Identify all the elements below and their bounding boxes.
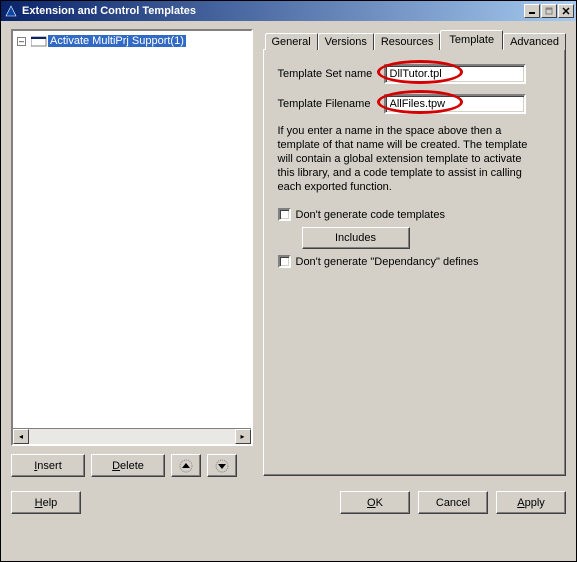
tab-resources[interactable]: Resources (374, 33, 441, 50)
insert-button[interactable]: Insert (11, 454, 85, 477)
move-up-button[interactable] (171, 454, 201, 477)
input-set-name[interactable] (384, 64, 526, 84)
apply-button[interactable]: Apply (496, 491, 566, 514)
tree-inner: – Activate MultiPrj Support(1) (13, 31, 251, 428)
delete-button[interactable]: Delete (91, 454, 165, 477)
dialog-content: – Activate MultiPrj Support(1) ◂ (1, 21, 576, 561)
help-button[interactable]: Help (11, 491, 81, 514)
includes-button[interactable]: Includes (302, 227, 410, 249)
scroll-right-button[interactable]: ▸ (235, 429, 251, 444)
tab-general[interactable]: General (265, 33, 318, 50)
down-arrow-icon (215, 459, 229, 473)
label-filename: Template Filename (278, 98, 384, 110)
row-dont-generate-dependancy[interactable]: Don't generate "Dependancy" defines (278, 255, 556, 268)
tab-versions[interactable]: Versions (318, 33, 374, 50)
label-set-name: Template Set name (278, 68, 384, 80)
close-button[interactable] (558, 4, 574, 18)
tree-item-label: Activate MultiPrj Support(1) (48, 35, 186, 47)
checkbox-dont-generate-dependancy[interactable] (278, 255, 291, 268)
footer-buttons: Help OK Cancel Apply (11, 491, 566, 514)
tree-item[interactable]: – Activate MultiPrj Support(1) (15, 33, 249, 49)
row-dont-generate-code[interactable]: Don't generate code templates (278, 208, 556, 221)
scroll-left-button[interactable]: ◂ (13, 429, 29, 444)
row-set-name: Template Set name (278, 64, 556, 84)
input-filename[interactable] (384, 94, 526, 114)
expand-icon[interactable]: – (17, 37, 26, 46)
titlebar[interactable]: Extension and Control Templates (1, 1, 576, 21)
up-arrow-icon (179, 459, 193, 473)
move-down-button[interactable] (207, 454, 237, 477)
app-icon (4, 4, 18, 18)
main-row: – Activate MultiPrj Support(1) ◂ (11, 29, 566, 477)
tab-advanced[interactable]: Advanced (503, 33, 566, 50)
tab-strip: General Versions Resources Template Adva… (263, 29, 567, 49)
dialog-window: Extension and Control Templates – (0, 0, 577, 562)
window-title: Extension and Control Templates (22, 5, 523, 17)
maximize-button[interactable] (541, 4, 557, 18)
tree-view[interactable]: – Activate MultiPrj Support(1) ◂ (11, 29, 253, 446)
right-panel: General Versions Resources Template Adva… (263, 29, 567, 477)
row-filename: Template Filename (278, 94, 556, 114)
tab-body: Template Set name Template Filename If y… (263, 49, 567, 476)
description-text: If you enter a name in the space above t… (278, 124, 530, 194)
title-buttons (523, 4, 574, 18)
label-dont-generate-dependancy: Don't generate "Dependancy" defines (296, 256, 479, 268)
minimize-button[interactable] (524, 4, 540, 18)
ok-button[interactable]: OK (340, 491, 410, 514)
folder-icon (31, 35, 45, 47)
label-dont-generate-code: Don't generate code templates (296, 209, 445, 221)
left-panel: – Activate MultiPrj Support(1) ◂ (11, 29, 253, 477)
horizontal-scrollbar[interactable]: ◂ ▸ (13, 428, 251, 444)
cancel-button[interactable]: Cancel (418, 491, 488, 514)
tab-template[interactable]: Template (440, 30, 503, 50)
checkbox-dont-generate-code[interactable] (278, 208, 291, 221)
scroll-track[interactable] (29, 429, 235, 444)
left-button-row: Insert Delete (11, 454, 253, 477)
